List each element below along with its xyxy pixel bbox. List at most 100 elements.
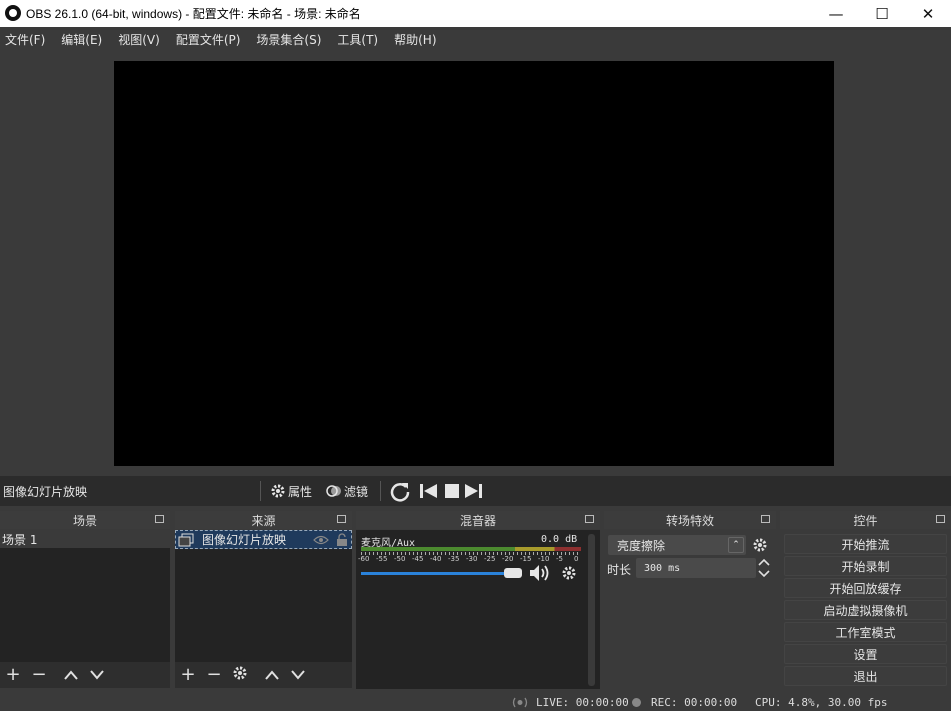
filters-label: 滤镜 bbox=[344, 484, 369, 499]
gear-icon[interactable] bbox=[227, 665, 253, 686]
meter-scale-label: -40 bbox=[430, 555, 442, 563]
live-status: LIVE: 00:00:00 bbox=[536, 696, 629, 709]
scenes-title: 场景 bbox=[72, 513, 97, 528]
menu-file[interactable]: 文件(F) bbox=[5, 31, 45, 48]
remove-icon[interactable]: − bbox=[26, 665, 52, 685]
minimize-button[interactable]: — bbox=[813, 0, 859, 27]
selected-source-label: 图像幻灯片放映 bbox=[3, 485, 88, 499]
record-dot-icon bbox=[632, 698, 641, 707]
start-streaming-button[interactable]: 开始推流 bbox=[784, 534, 947, 554]
slideshow-previous-button[interactable] bbox=[419, 481, 439, 501]
scenes-list[interactable]: 场景 1 bbox=[0, 530, 170, 662]
meter-scale-label: -10 bbox=[538, 555, 550, 563]
skip-previous-icon bbox=[420, 484, 437, 498]
meter-scale-label: -50 bbox=[394, 555, 406, 563]
meter-scale-label: 0 bbox=[574, 555, 579, 563]
maximize-button[interactable]: ☐ bbox=[859, 0, 905, 27]
menu-help[interactable]: 帮助(H) bbox=[394, 31, 436, 48]
sources-title: 来源 bbox=[251, 513, 276, 528]
duration-label: 时长 bbox=[607, 563, 632, 577]
menu-edit[interactable]: 编辑(E) bbox=[61, 31, 102, 48]
transition-select[interactable]: 亮度擦除 ⌃ bbox=[608, 535, 746, 555]
move-down-icon[interactable] bbox=[285, 665, 311, 685]
exit-button[interactable]: 退出 bbox=[784, 666, 947, 686]
window-title: OBS 26.1.0 (64-bit, windows) - 配置文件: 未命名… bbox=[26, 7, 361, 21]
duration-input[interactable]: 300 ms bbox=[636, 558, 756, 578]
close-button[interactable]: ✕ bbox=[905, 0, 951, 27]
scenes-dock-title: 场景 bbox=[0, 511, 170, 529]
meter-scale-label: -25 bbox=[484, 555, 496, 563]
undock-icon[interactable] bbox=[585, 515, 594, 523]
source-item-label: 图像幻灯片放映 bbox=[202, 533, 287, 547]
volume-slider-handle[interactable] bbox=[504, 568, 522, 578]
undock-icon[interactable] bbox=[337, 515, 346, 523]
undock-icon[interactable] bbox=[761, 515, 770, 523]
move-up-icon[interactable] bbox=[58, 665, 84, 685]
add-icon[interactable]: + bbox=[0, 665, 26, 685]
source-item[interactable]: 图像幻灯片放映 bbox=[175, 530, 352, 549]
live-broadcast-icon bbox=[512, 697, 528, 708]
settings-button[interactable]: 设置 bbox=[784, 644, 947, 664]
transitions-panel: 亮度擦除 ⌃ 时长 300 ms bbox=[604, 530, 776, 689]
skip-next-icon bbox=[465, 484, 482, 498]
studio-mode-button[interactable]: 工作室模式 bbox=[784, 622, 947, 642]
status-bar: LIVE: 00:00:00 REC: 00:00:00 CPU: 4.8%, … bbox=[0, 693, 951, 711]
duration-stepper[interactable] bbox=[757, 558, 771, 578]
volume-meter bbox=[361, 547, 581, 551]
sources-footer: + − bbox=[175, 662, 352, 688]
meter-scale-label: -5 bbox=[556, 555, 563, 563]
menu-view[interactable]: 视图(V) bbox=[118, 31, 160, 48]
gear-icon[interactable] bbox=[752, 537, 768, 556]
sources-dock-title: 来源 bbox=[175, 511, 352, 529]
transition-select-value: 亮度擦除 bbox=[617, 538, 666, 553]
lock-icon[interactable] bbox=[335, 532, 349, 547]
mixer-title: 混音器 bbox=[459, 513, 496, 528]
move-up-icon[interactable] bbox=[259, 665, 285, 685]
undock-icon[interactable] bbox=[155, 515, 164, 523]
cpu-status: CPU: 4.8%, 30.00 fps bbox=[755, 696, 888, 709]
mixer-scrollbar[interactable] bbox=[588, 534, 595, 686]
properties-button[interactable]: 属性 bbox=[270, 481, 312, 501]
preview-canvas[interactable] bbox=[114, 61, 834, 466]
dropdown-updown-icon: ⌃ bbox=[728, 537, 744, 553]
stop-icon bbox=[445, 484, 459, 498]
slideshow-next-button[interactable] bbox=[463, 481, 483, 501]
filters-button[interactable]: 滤镜 bbox=[326, 481, 368, 501]
transitions-title: 转场特效 bbox=[665, 513, 714, 528]
restart-icon bbox=[390, 483, 410, 502]
slideshow-restart-button[interactable] bbox=[389, 481, 411, 502]
rec-status: REC: 00:00:00 bbox=[651, 696, 738, 709]
scene-item[interactable]: 场景 1 bbox=[0, 530, 170, 548]
visibility-eye-icon[interactable] bbox=[313, 535, 329, 545]
controls-dock-title: 控件 bbox=[780, 511, 951, 529]
chevron-down-icon[interactable] bbox=[757, 569, 771, 578]
sources-list[interactable]: 图像幻灯片放映 bbox=[175, 530, 352, 662]
start-replay-buffer-button[interactable]: 开始回放缓存 bbox=[784, 578, 947, 598]
menu-tools[interactable]: 工具(T) bbox=[337, 31, 378, 48]
transitions-dock-title: 转场特效 bbox=[604, 511, 776, 529]
menu-profile[interactable]: 配置文件(P) bbox=[176, 31, 241, 48]
image-slideshow-icon bbox=[178, 533, 194, 546]
move-down-icon[interactable] bbox=[84, 665, 110, 685]
add-icon[interactable]: + bbox=[175, 665, 201, 685]
gear-icon bbox=[271, 484, 285, 498]
meter-scale-label: -35 bbox=[448, 555, 460, 563]
title-bar: OBS 26.1.0 (64-bit, windows) - 配置文件: 未命名… bbox=[0, 0, 951, 27]
slideshow-stop-button[interactable] bbox=[444, 481, 460, 501]
gear-icon[interactable] bbox=[561, 565, 577, 584]
mixer-panel: 麦克风/Aux 0.0 dB -60 -55 -50 -45 -40 -35 -30 -25-… bbox=[356, 530, 600, 689]
meter-scale-label: -55 bbox=[376, 555, 388, 563]
chevron-up-icon[interactable] bbox=[757, 558, 771, 567]
meter-scale-label: -15 bbox=[520, 555, 532, 563]
filter-icon bbox=[326, 485, 341, 497]
toolbar-divider bbox=[260, 481, 261, 501]
properties-label: 属性 bbox=[288, 484, 313, 499]
menu-scene-collection[interactable]: 场景集合(S) bbox=[256, 31, 321, 48]
mute-speaker-icon[interactable] bbox=[528, 563, 552, 586]
remove-icon[interactable]: − bbox=[201, 665, 227, 685]
start-recording-button[interactable]: 开始录制 bbox=[784, 556, 947, 576]
undock-icon[interactable] bbox=[936, 515, 945, 523]
toolbar-divider bbox=[380, 481, 381, 501]
volume-slider-track[interactable] bbox=[361, 572, 516, 575]
start-virtual-camera-button[interactable]: 启动虚拟摄像机 bbox=[784, 600, 947, 620]
